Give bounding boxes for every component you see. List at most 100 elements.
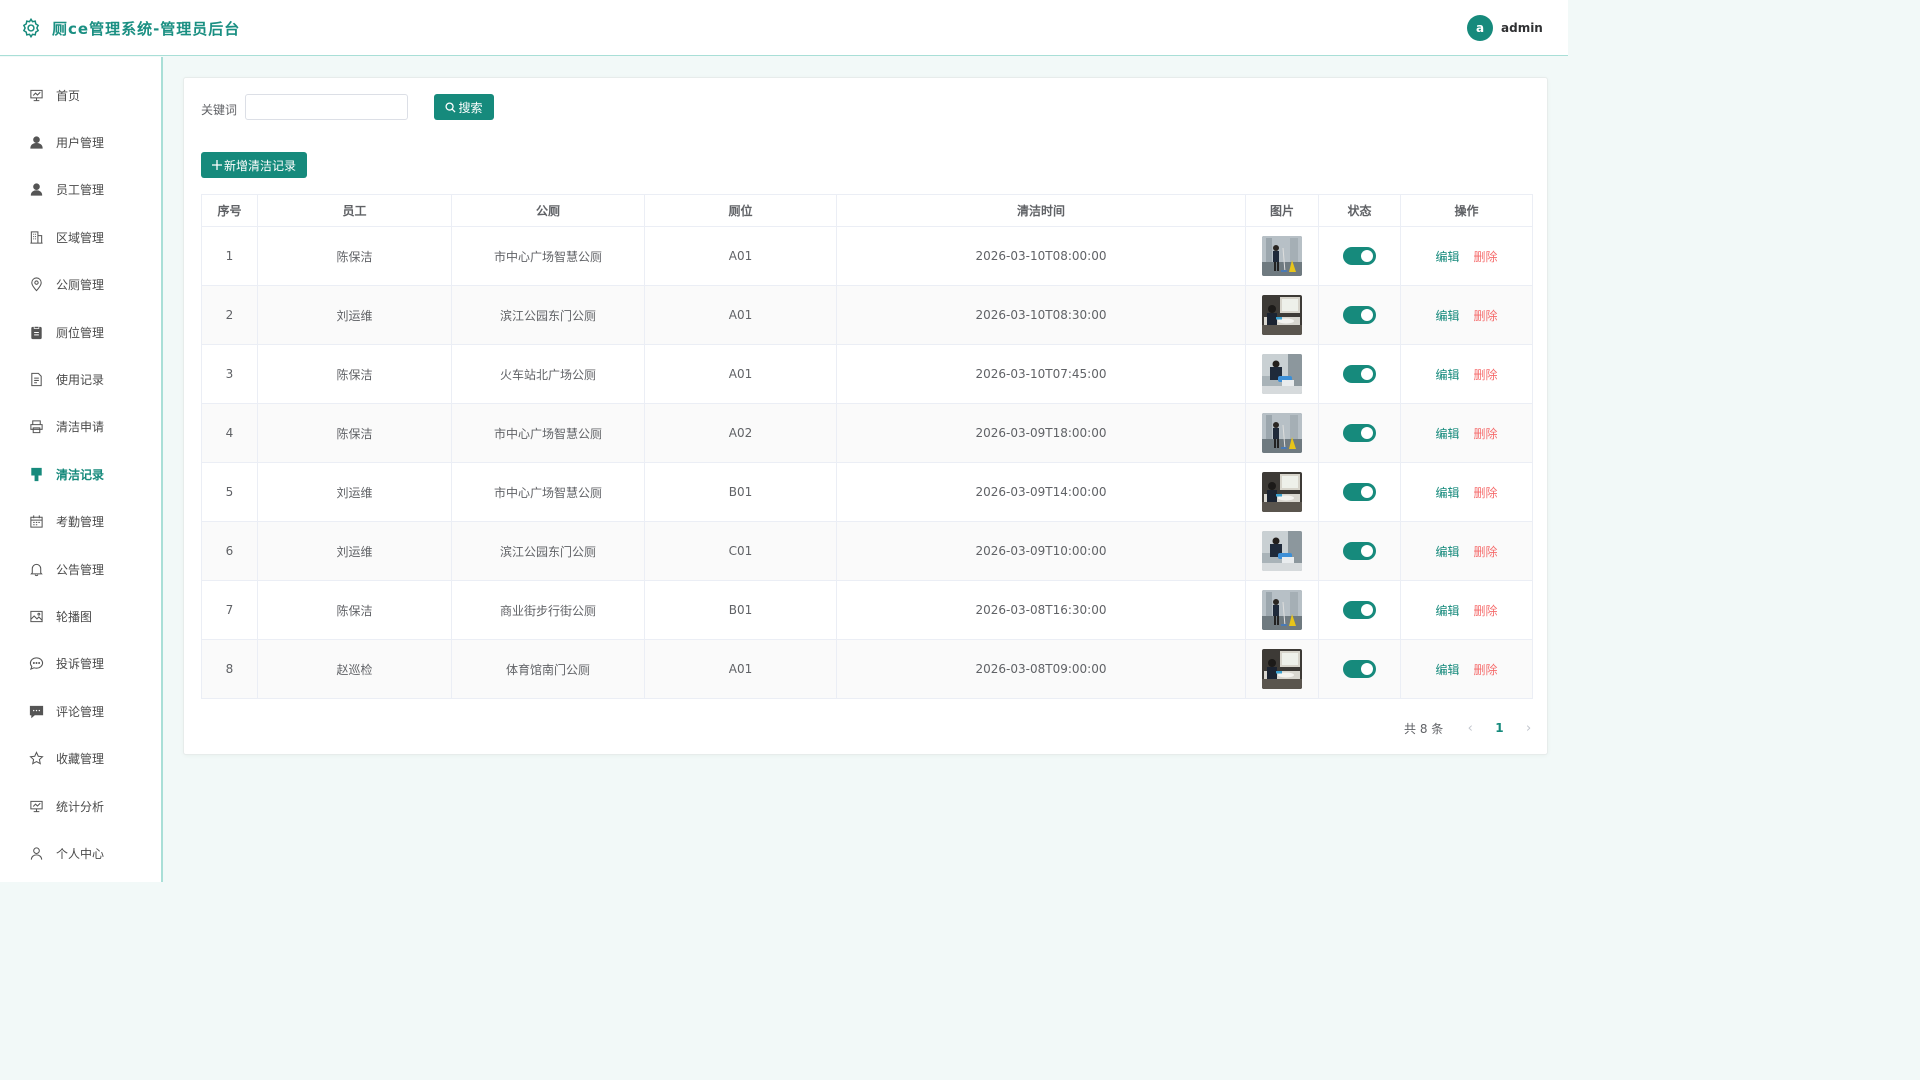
sidebar-item-label: 轮播图: [56, 609, 93, 624]
sidebar-item[interactable]: 收藏管理: [0, 739, 161, 779]
cell-clean-time: 2026-03-08T09:00:00: [836, 639, 1246, 699]
status-toggle[interactable]: [1343, 601, 1376, 619]
cell-stall: B01: [644, 462, 837, 522]
status-toggle[interactable]: [1343, 483, 1376, 501]
column-header: 清洁时间: [836, 194, 1246, 227]
sidebar-item[interactable]: 区域管理: [0, 217, 161, 257]
edit-link[interactable]: 编辑: [1435, 368, 1459, 382]
sidebar-item[interactable]: 统计分析: [0, 786, 161, 826]
cell-no: 6: [201, 521, 258, 581]
cell-photo: [1245, 521, 1319, 581]
sidebar-item[interactable]: 使用记录: [0, 359, 161, 399]
prev-page-icon[interactable]: ‹: [1465, 721, 1475, 736]
cleaning-photo-thumbnail[interactable]: [1262, 472, 1302, 512]
cell-no: 8: [201, 639, 258, 699]
sidebar-item[interactable]: 首页: [0, 75, 161, 115]
data-board-icon: [28, 798, 44, 814]
cell-staff: 赵巡检: [257, 639, 452, 699]
picture-icon: [28, 608, 44, 624]
cell-photo: [1245, 285, 1319, 345]
delete-link[interactable]: 删除: [1474, 427, 1498, 441]
status-toggle[interactable]: [1343, 424, 1376, 442]
cell-no: 4: [201, 403, 258, 463]
column-header: 厕位: [644, 194, 837, 227]
add-record-button[interactable]: 新增清洁记录: [201, 152, 307, 178]
cleaning-photo-thumbnail[interactable]: [1262, 531, 1302, 571]
cell-photo: [1245, 639, 1319, 699]
cleaning-photo-thumbnail[interactable]: [1262, 295, 1302, 335]
keyword-label: 关键词: [201, 103, 238, 117]
cleaning-photo-thumbnail[interactable]: [1262, 413, 1302, 453]
sidebar-item[interactable]: 清洁申请: [0, 407, 161, 447]
edit-link[interactable]: 编辑: [1435, 604, 1459, 618]
cell-staff: 陈保洁: [257, 344, 452, 404]
sidebar-item[interactable]: 考勤管理: [0, 502, 161, 542]
cell-photo: [1245, 226, 1319, 286]
keyword-input[interactable]: [245, 94, 408, 120]
status-toggle[interactable]: [1343, 542, 1376, 560]
delete-link[interactable]: 删除: [1474, 486, 1498, 500]
cell-toilet: 滨江公园东门公厕: [451, 285, 645, 345]
sidebar-item-label: 员工管理: [56, 183, 105, 198]
next-page-icon[interactable]: ›: [1524, 721, 1534, 736]
edit-link[interactable]: 编辑: [1435, 250, 1459, 264]
sidebar-item[interactable]: 个人中心: [0, 833, 161, 873]
column-header: 序号: [201, 194, 258, 227]
delete-link[interactable]: 删除: [1474, 368, 1498, 382]
sidebar-item-label: 公告管理: [56, 562, 105, 577]
cell-clean-time: 2026-03-08T16:30:00: [836, 580, 1246, 640]
sidebar-item-label: 区域管理: [56, 230, 105, 245]
cell-status: [1318, 403, 1401, 463]
cell-stall: C01: [644, 521, 837, 581]
cell-actions: 编辑 删除: [1400, 285, 1533, 345]
delete-link[interactable]: 删除: [1474, 309, 1498, 323]
dashboard-icon: [28, 87, 44, 103]
status-toggle[interactable]: [1343, 247, 1376, 265]
chat-dot-icon: [28, 656, 44, 672]
delete-link[interactable]: 删除: [1474, 604, 1498, 618]
star-icon: [28, 751, 44, 767]
sidebar-item[interactable]: 轮播图: [0, 596, 161, 636]
delete-link[interactable]: 删除: [1474, 663, 1498, 677]
cleaning-photo-thumbnail[interactable]: [1262, 590, 1302, 630]
sidebar-item-label: 公厕管理: [56, 278, 105, 293]
sidebar-item[interactable]: 员工管理: [0, 170, 161, 210]
table-header-row: 序号 员工 公厕 厕位 清洁时间 图片 状态 操作: [201, 194, 1533, 227]
sidebar-item[interactable]: 厕位管理: [0, 312, 161, 352]
page-number[interactable]: 1: [1495, 721, 1503, 735]
delete-link[interactable]: 删除: [1474, 545, 1498, 559]
cell-actions: 编辑 删除: [1400, 580, 1533, 640]
sidebar-item[interactable]: 清洁记录: [0, 454, 161, 494]
cleaning-photo-thumbnail[interactable]: [1262, 649, 1302, 689]
cell-clean-time: 2026-03-09T10:00:00: [836, 521, 1246, 581]
username[interactable]: admin: [1501, 21, 1543, 35]
sidebar-item[interactable]: 评论管理: [0, 691, 161, 731]
cell-photo: [1245, 580, 1319, 640]
delete-link[interactable]: 删除: [1474, 250, 1498, 264]
status-toggle[interactable]: [1343, 306, 1376, 324]
avatar[interactable]: a: [1467, 15, 1493, 41]
brush-icon: [28, 466, 44, 482]
status-toggle[interactable]: [1343, 660, 1376, 678]
column-header: 操作: [1400, 194, 1533, 227]
edit-link[interactable]: 编辑: [1435, 309, 1459, 323]
cell-clean-time: 2026-03-10T08:00:00: [836, 226, 1246, 286]
edit-link[interactable]: 编辑: [1435, 663, 1459, 677]
edit-link[interactable]: 编辑: [1435, 486, 1459, 500]
cleaning-photo-thumbnail[interactable]: [1262, 236, 1302, 276]
person-icon: [28, 845, 44, 861]
column-header: 员工: [257, 194, 452, 227]
cell-status: [1318, 580, 1401, 640]
sidebar-item[interactable]: 投诉管理: [0, 644, 161, 684]
cleaning-photo-thumbnail[interactable]: [1262, 354, 1302, 394]
edit-link[interactable]: 编辑: [1435, 545, 1459, 559]
edit-link[interactable]: 编辑: [1435, 427, 1459, 441]
sidebar-item-label: 首页: [56, 88, 81, 103]
sidebar-item[interactable]: 公厕管理: [0, 265, 161, 305]
sidebar-item-label: 个人中心: [56, 846, 105, 861]
user-icon: [28, 182, 44, 198]
search-button[interactable]: 搜索: [434, 94, 494, 120]
sidebar-item[interactable]: 用户管理: [0, 122, 161, 162]
sidebar-item[interactable]: 公告管理: [0, 549, 161, 589]
status-toggle[interactable]: [1343, 365, 1376, 383]
